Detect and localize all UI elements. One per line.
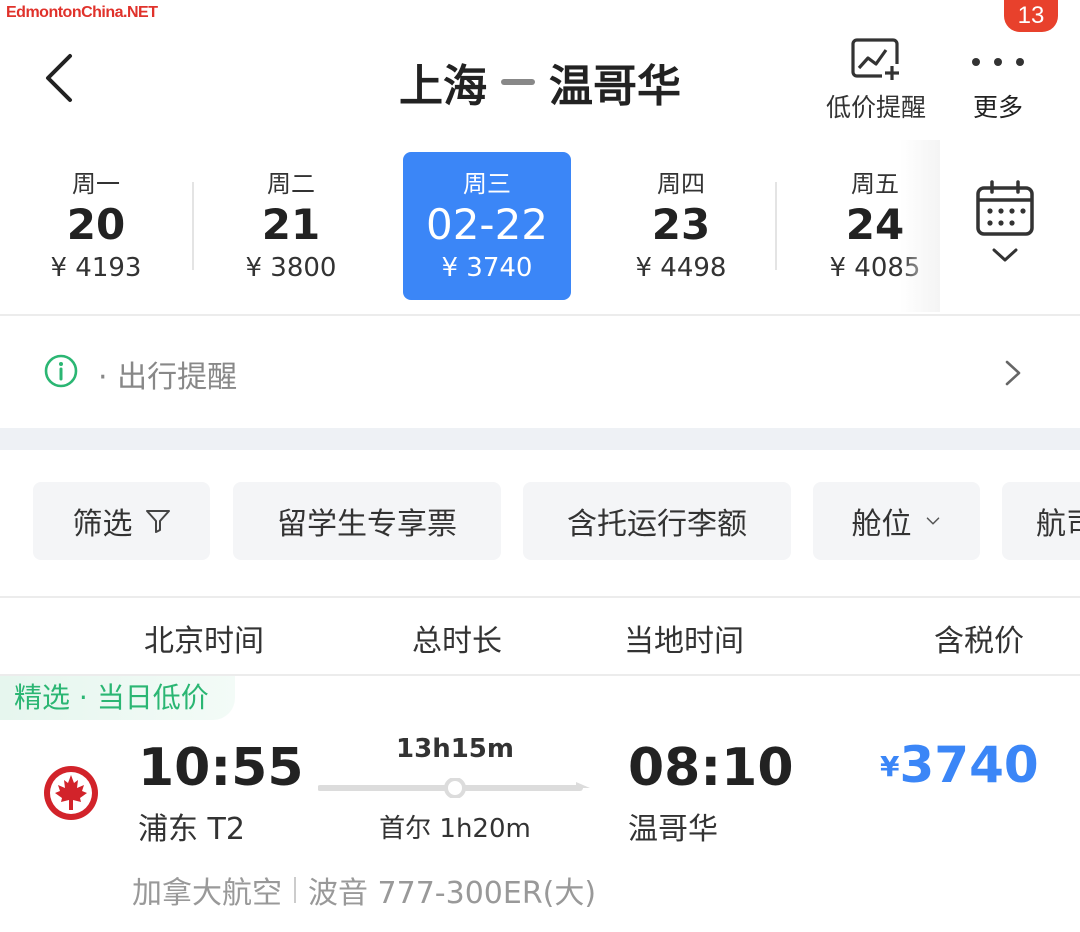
date-weekday: 周二	[267, 170, 315, 198]
featured-tag: 精选 · 当日低价	[0, 676, 235, 720]
departure-airport: 浦东 T2	[138, 812, 245, 847]
col-duration: 总时长	[412, 624, 502, 659]
back-arrow-icon[interactable]	[36, 50, 86, 106]
filter-chip-label: 筛选	[72, 507, 133, 542]
filter-icon	[145, 510, 170, 533]
date-item-wed-selected[interactable]: 周三 02-22 ¥ 3740	[403, 152, 571, 300]
filter-bar: 筛选 留学生专享票 含托运行李额 舱位 航司	[0, 482, 1080, 562]
destination-city: 温哥华	[549, 61, 681, 112]
meta-separator	[294, 877, 296, 903]
filter-chip-student[interactable]: 留学生专享票	[233, 482, 501, 560]
air-canada-logo-icon	[44, 766, 98, 820]
price-alert-button[interactable]: 低价提醒	[812, 36, 940, 126]
more-button[interactable]: 更多	[960, 44, 1036, 128]
more-dots-icon	[960, 58, 1036, 68]
flight-price: ¥3740	[880, 736, 1039, 794]
date-day: 20	[66, 200, 126, 249]
date-separator	[192, 182, 194, 270]
travel-reminder-text: · 出行提醒	[98, 360, 238, 395]
date-price: ¥ 4193	[50, 253, 142, 283]
date-day: 02-22	[425, 200, 549, 249]
route-line	[318, 778, 590, 798]
date-weekday: 周四	[657, 170, 705, 198]
divider	[0, 314, 1080, 316]
flight-meta: 加拿大航空 波音 777-300ER(大)	[132, 868, 596, 912]
filter-chip-label: 留学生专享票	[277, 507, 457, 542]
more-label: 更多	[972, 93, 1023, 122]
departure-time: 10:55	[138, 738, 304, 798]
calendar-icon[interactable]	[970, 180, 1040, 270]
filter-chip-filter[interactable]: 筛选	[33, 482, 210, 560]
col-price: 含税价	[934, 624, 1024, 659]
date-weekday: 周三	[463, 170, 511, 198]
arrival-airport: 温哥华	[628, 812, 718, 847]
arrival-time: 08:10	[628, 738, 794, 798]
filter-chip-baggage[interactable]: 含托运行李额	[523, 482, 791, 560]
date-day: 21	[261, 200, 321, 249]
info-icon	[44, 354, 78, 388]
aircraft-type: 波音 777-300ER(大)	[308, 876, 597, 911]
top-header: 上海 温哥华 低价提醒 更多 13	[0, 0, 1080, 140]
flight-card[interactable]: 10:55 浦东 T2 13h15m 首尔 1h20m 08:10 温哥华 ¥3…	[0, 720, 1080, 932]
date-price: ¥ 3800	[245, 253, 337, 283]
date-price: ¥ 3740	[441, 253, 533, 283]
date-strip: 周一 20 ¥ 4193 周二 21 ¥ 3800 周三 02-22 ¥ 374…	[0, 150, 930, 310]
chevron-right-icon	[1005, 360, 1021, 386]
stopover-info: 首尔 1h20m	[379, 814, 531, 844]
flight-duration: 13h15m	[396, 734, 514, 764]
date-item-thu[interactable]: 周四 23 ¥ 4498	[597, 152, 765, 300]
notification-badge[interactable]: 13	[1004, 0, 1058, 32]
chevron-down-icon	[926, 517, 939, 525]
section-gap	[0, 428, 1080, 450]
column-headers: 北京时间 总时长 当地时间 含税价	[0, 598, 1080, 674]
filter-chip-label: 航司	[1036, 507, 1080, 542]
travel-reminder-row[interactable]: · 出行提醒	[0, 318, 1080, 428]
airline-name: 加拿大航空	[132, 876, 282, 911]
route-title: 上海 温哥华	[330, 50, 750, 114]
price-currency: ¥	[880, 750, 900, 783]
chart-plus-icon	[851, 38, 902, 82]
filter-chip-cabin[interactable]: 舱位	[813, 482, 980, 560]
date-price: ¥ 4498	[635, 253, 727, 283]
price-alert-label: 低价提醒	[825, 93, 926, 122]
date-separator	[775, 182, 777, 270]
filter-chip-airline[interactable]: 航司	[1002, 482, 1080, 560]
date-strip-fade	[900, 140, 940, 312]
date-weekday: 周一	[72, 170, 120, 198]
date-item-mon[interactable]: 周一 20 ¥ 4193	[12, 152, 180, 300]
origin-city: 上海	[399, 61, 487, 112]
route-dash	[501, 79, 535, 85]
date-day: 23	[651, 200, 711, 249]
filter-chip-label: 舱位	[851, 507, 912, 542]
price-value: 3740	[899, 736, 1039, 794]
col-arrival: 当地时间	[624, 624, 744, 659]
filter-chip-label: 含托运行李额	[567, 507, 747, 542]
col-departure: 北京时间	[144, 624, 264, 659]
date-item-tue[interactable]: 周二 21 ¥ 3800	[207, 152, 375, 300]
